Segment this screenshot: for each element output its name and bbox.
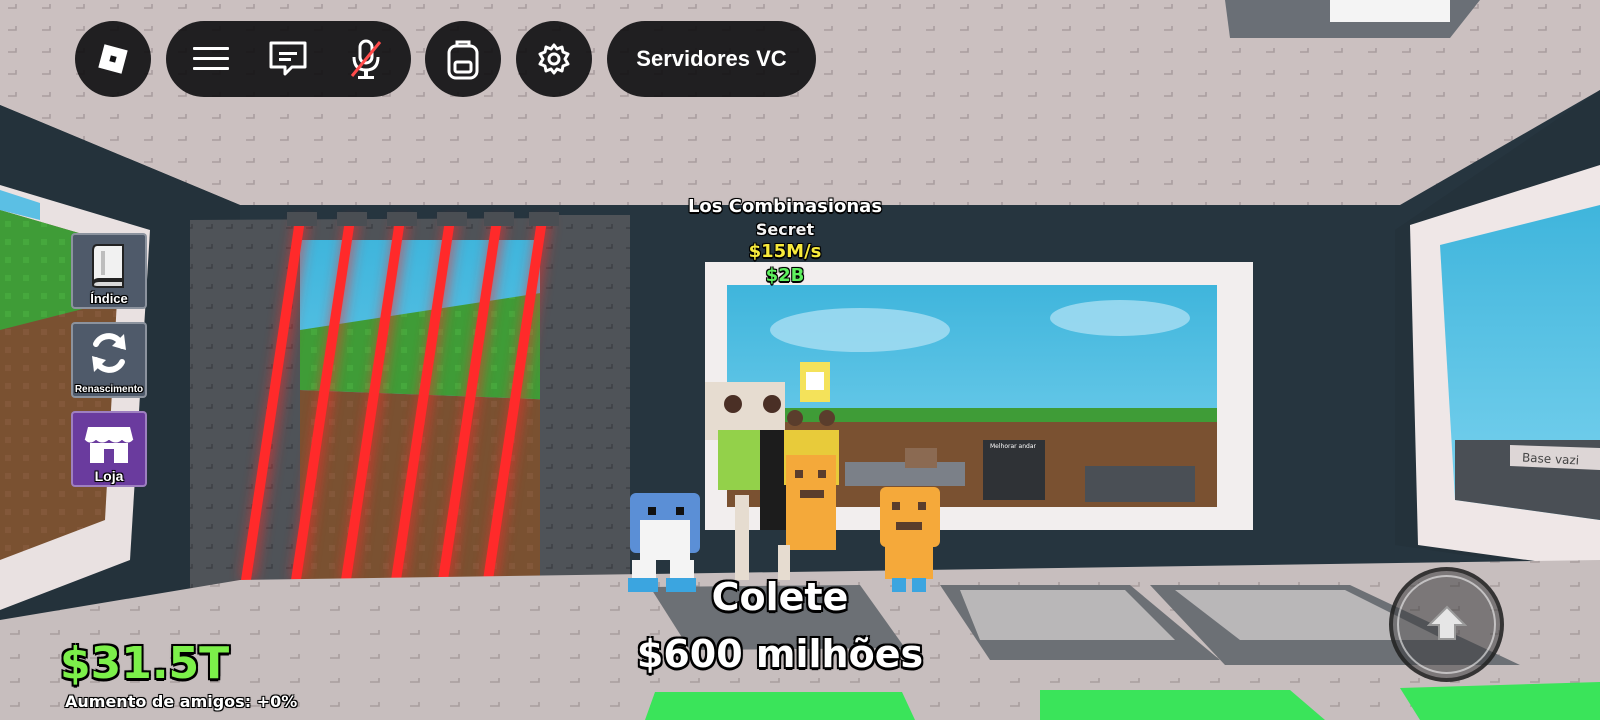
- panel-text: Melhorar andar: [990, 443, 1036, 450]
- voice-servers-button[interactable]: Servidores VC: [607, 21, 816, 97]
- brainrot-price: $2B: [765, 265, 805, 286]
- friends-boost-text: Aumento de amigos: +0%: [65, 692, 298, 711]
- chat-icon[interactable]: [262, 33, 314, 85]
- collect-amount: $600 milhões: [636, 632, 924, 676]
- jump-button[interactable]: [1389, 567, 1504, 682]
- laser-emitter: [387, 212, 417, 226]
- rebirth-button[interactable]: Renascimento: [71, 322, 147, 398]
- shop-label: Loja: [94, 468, 124, 484]
- menu-group: [166, 21, 411, 97]
- microphone-muted-icon[interactable]: [340, 33, 392, 85]
- gear-icon: [528, 33, 580, 85]
- settings-button[interactable]: [516, 21, 592, 97]
- collect-title: Colete: [711, 575, 849, 619]
- index-button[interactable]: Índice: [71, 233, 147, 309]
- book-icon: [87, 241, 131, 293]
- roblox-menu-button[interactable]: [75, 21, 151, 97]
- backpack-icon: [437, 33, 489, 85]
- laser-emitter: [484, 212, 514, 226]
- rebirth-label: Renascimento: [74, 384, 144, 395]
- brainrot-name: Los Combinasionas: [687, 196, 883, 217]
- brainrot-rate: $15M/s: [748, 241, 822, 262]
- laser-emitter: [529, 212, 559, 226]
- shop-button[interactable]: Loja: [71, 411, 147, 487]
- laser-emitter: [337, 212, 367, 226]
- store-icon: [84, 421, 134, 469]
- backpack-button[interactable]: [425, 21, 501, 97]
- hamburger-menu-icon[interactable]: [185, 33, 237, 85]
- voice-servers-label: Servidores VC: [636, 46, 787, 71]
- refresh-icon: [86, 330, 132, 380]
- brainrot-rarity: Secret: [755, 220, 815, 239]
- laser-emitter: [287, 212, 317, 226]
- roblox-logo-icon: [87, 33, 139, 85]
- jump-ring: [1397, 575, 1496, 674]
- money-counter: $31.5T: [60, 638, 230, 689]
- laser-emitter: [437, 212, 467, 226]
- base-sign-text: Base vazi: [1521, 450, 1580, 468]
- index-label: Índice: [90, 291, 128, 306]
